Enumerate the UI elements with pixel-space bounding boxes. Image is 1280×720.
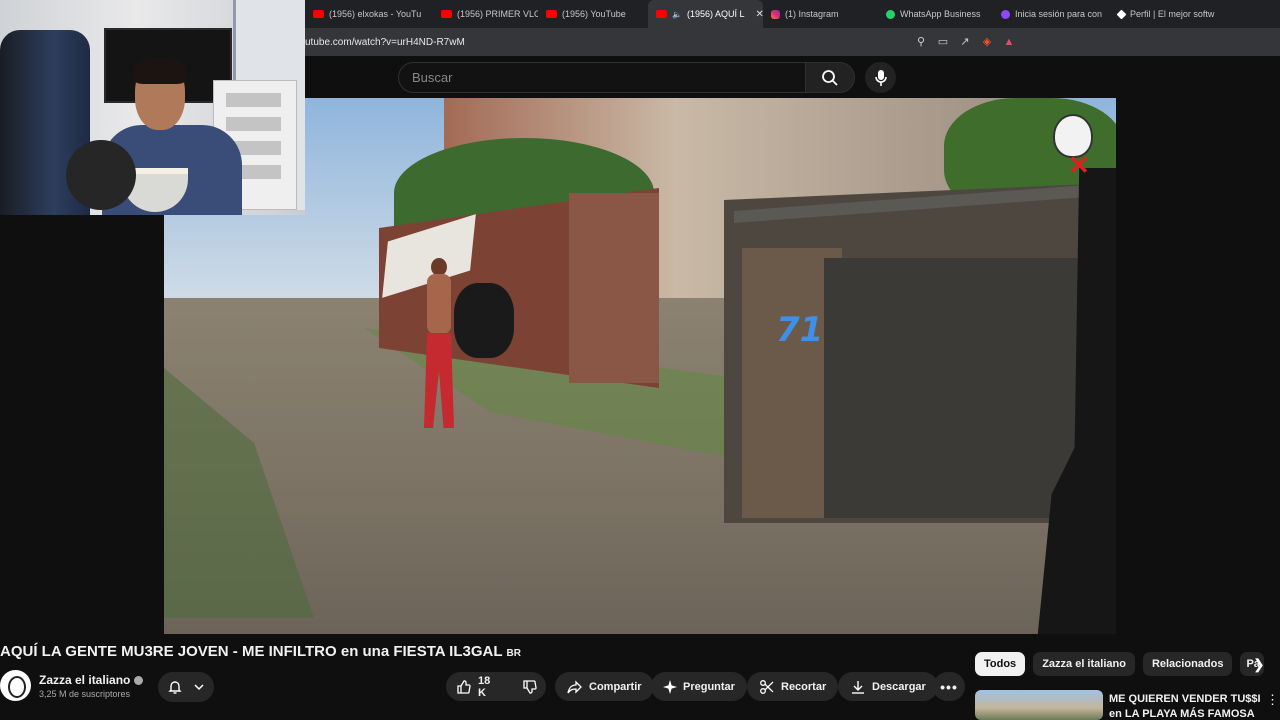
like-button[interactable]: 18 K bbox=[446, 672, 500, 701]
share-icon bbox=[567, 679, 582, 694]
youtube-header: Buscar bbox=[305, 56, 1280, 98]
browser-tab-profile[interactable]: Perfil | El mejor softw bbox=[1110, 0, 1225, 28]
browser-tab-active[interactable]: 🔈 (1956) AQUÍ L ✕ bbox=[648, 0, 763, 28]
share-button[interactable]: Compartir bbox=[555, 672, 654, 701]
screen: (1956) elxokas - YouTu (1956) PRIMER VLO… bbox=[0, 0, 1280, 720]
instagram-icon bbox=[771, 9, 780, 19]
brave-rewards-icon[interactable]: ▲ bbox=[1003, 36, 1015, 48]
ask-button[interactable]: Preguntar bbox=[651, 672, 747, 701]
thumbs-up-icon bbox=[457, 679, 471, 694]
video-frame-bag bbox=[454, 283, 514, 358]
twitch-icon bbox=[1001, 9, 1010, 19]
dislike-button[interactable] bbox=[512, 672, 548, 701]
chip-related[interactable]: Relacionados bbox=[1142, 652, 1233, 676]
tab-label: WhatsApp Business bbox=[900, 9, 981, 19]
webcam-streamer-hair bbox=[133, 58, 187, 84]
bell-icon bbox=[168, 681, 182, 694]
channel-watermark-icon: ✕ bbox=[1050, 114, 1096, 180]
browser-tab-twitch[interactable]: Inicia sesión para con bbox=[993, 0, 1110, 28]
video-player[interactable]: 71 ✕ bbox=[164, 98, 1116, 634]
subscriber-count: 3,25 M de suscriptores bbox=[39, 689, 131, 699]
browser-tab-instagram[interactable]: (1) Instagram bbox=[763, 0, 878, 28]
more-vertical-icon[interactable]: ⋮ bbox=[1266, 692, 1279, 708]
tab-label: (1956) PRIMER VLOG - bbox=[457, 9, 538, 19]
video-title: AQUÍ LA GENTE MU3RE JOVEN - ME INFILTRO … bbox=[0, 643, 521, 660]
video-frame-person bbox=[419, 258, 459, 438]
share-label: Compartir bbox=[589, 680, 642, 693]
search-icon bbox=[822, 69, 838, 86]
verified-icon bbox=[134, 676, 144, 686]
share-page-icon[interactable]: ↗ bbox=[959, 36, 971, 48]
title-badge: BR bbox=[506, 648, 521, 659]
whatsapp-icon bbox=[886, 9, 895, 19]
like-dislike-group: 18 K bbox=[446, 672, 546, 701]
scissors-icon bbox=[760, 679, 774, 694]
tab-label: (1956) YouTube bbox=[562, 9, 626, 19]
ask-label: Preguntar bbox=[683, 680, 735, 693]
search-input[interactable]: Buscar bbox=[398, 62, 806, 93]
more-horizontal-icon: ••• bbox=[940, 678, 958, 695]
tab-label: (1) Instagram bbox=[785, 9, 839, 19]
chip-all[interactable]: Todos bbox=[975, 652, 1026, 676]
tab-label: Inicia sesión para con bbox=[1015, 9, 1103, 19]
voice-search-button[interactable] bbox=[865, 62, 896, 93]
browser-tab-strip: (1956) elxokas - YouTu (1956) PRIMER VLO… bbox=[305, 0, 1280, 28]
channel-name-row[interactable]: Zazza el italiano bbox=[39, 673, 144, 687]
clip-button[interactable]: Recortar bbox=[747, 672, 839, 701]
video-frame-painted-number: 71 bbox=[776, 310, 824, 350]
zoom-icon[interactable]: ⚲ bbox=[915, 36, 927, 48]
chevron-right-icon[interactable]: ❯ bbox=[1253, 656, 1273, 676]
youtube-icon bbox=[441, 10, 452, 18]
recommendation-thumbnail[interactable] bbox=[975, 690, 1103, 720]
search-button[interactable] bbox=[805, 62, 855, 93]
tab-label: Perfil | El mejor softw bbox=[1130, 9, 1215, 19]
browser-tab-whatsapp[interactable]: WhatsApp Business bbox=[878, 0, 993, 28]
close-tab-icon[interactable]: ✕ bbox=[756, 9, 764, 20]
recommendation-title[interactable]: ME QUIEREN VENDER TU$$I en LA PLAYA MÁS … bbox=[1109, 692, 1261, 720]
like-count: 18 K bbox=[478, 674, 491, 699]
chip-channel[interactable]: Zazza el italiano bbox=[1033, 652, 1135, 676]
download-button[interactable]: Descargar bbox=[838, 672, 938, 701]
url-field[interactable]: utube.com/watch?v=urH4ND-R7wM bbox=[305, 37, 915, 48]
speaker-icon: 🔈 bbox=[672, 9, 682, 19]
webcam-overlay bbox=[0, 0, 305, 215]
cast-icon[interactable]: ▭ bbox=[937, 36, 949, 48]
sparkle-icon bbox=[663, 679, 677, 694]
diamond-icon bbox=[1116, 9, 1127, 19]
browser-tab-2[interactable]: (1956) PRIMER VLOG - bbox=[433, 0, 538, 28]
youtube-icon bbox=[313, 10, 324, 18]
channel-name[interactable]: Zazza el italiano bbox=[39, 673, 130, 687]
address-bar-icons: ⚲ ▭ ↗ ◈ ▲ bbox=[915, 36, 1280, 48]
youtube-icon bbox=[546, 10, 557, 18]
webcam-microphone bbox=[66, 140, 136, 210]
brave-shield-icon[interactable]: ◈ bbox=[981, 36, 993, 48]
download-label: Descargar bbox=[872, 680, 926, 693]
tab-label: (1956) elxokas - YouTu bbox=[329, 9, 422, 19]
browser-tab-3[interactable]: (1956) YouTube bbox=[538, 0, 648, 28]
chevron-down-icon bbox=[194, 684, 204, 691]
browser-tab-1[interactable]: (1956) elxokas - YouTu bbox=[305, 0, 433, 28]
clip-label: Recortar bbox=[781, 680, 827, 693]
microphone-icon bbox=[874, 69, 887, 86]
more-actions-button[interactable]: ••• bbox=[933, 672, 965, 701]
thumbs-down-icon bbox=[523, 679, 537, 694]
youtube-icon bbox=[656, 10, 667, 18]
video-frame-fence bbox=[569, 193, 659, 383]
address-bar: utube.com/watch?v=urH4ND-R7wM ⚲ ▭ ↗ ◈ ▲ bbox=[305, 28, 1280, 56]
tab-label: (1956) AQUÍ L bbox=[686, 9, 745, 19]
channel-avatar[interactable] bbox=[0, 670, 31, 701]
video-frame-door bbox=[824, 258, 1084, 518]
download-icon bbox=[852, 680, 864, 694]
notifications-button[interactable] bbox=[158, 672, 214, 702]
recommendation-chips: Todos Zazza el italiano Relacionados Pa bbox=[975, 652, 1265, 676]
